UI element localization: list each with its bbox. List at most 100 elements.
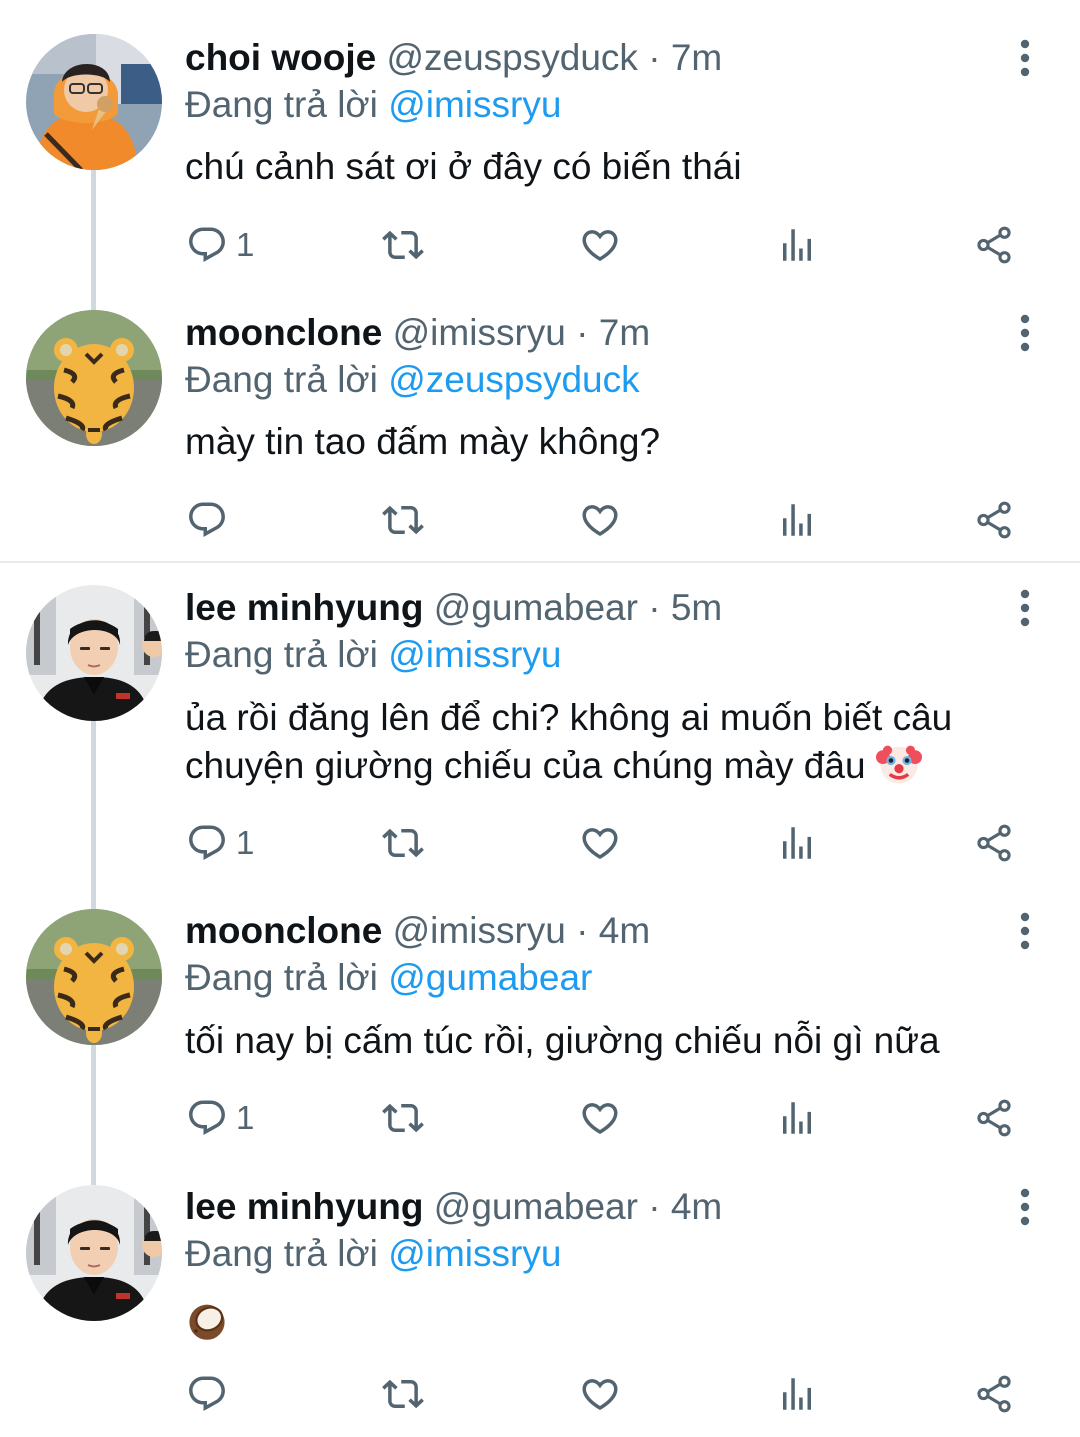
tweet-header: moonclone @imissryu · 4m	[185, 907, 650, 955]
timestamp[interactable]: 7m	[671, 37, 722, 78]
more-icon[interactable]	[1008, 313, 1042, 353]
clown-face-emoji	[876, 741, 922, 787]
tweet-text: tối nay bị cấm túc rồi, giường chiếu nỗi…	[185, 1020, 940, 1061]
share-icon	[973, 224, 1015, 266]
display-name[interactable]: choi wooje	[185, 37, 376, 78]
more-icon[interactable]	[1008, 588, 1042, 628]
reply-button[interactable]: 1	[186, 220, 254, 270]
tweet-text-line: chuyện giường chiếu của chúng mày đâu	[185, 742, 1035, 790]
analytics-button[interactable]	[776, 220, 818, 270]
display-name[interactable]: lee minhyung	[185, 1186, 423, 1227]
share-button[interactable]	[973, 1093, 1015, 1143]
like-button[interactable]	[579, 1093, 621, 1143]
tweet-text	[185, 1294, 1035, 1342]
coconut-emoji	[185, 1298, 229, 1342]
retweet-button[interactable]	[382, 495, 424, 545]
reply-button[interactable]	[186, 495, 236, 545]
display-name[interactable]: moonclone	[185, 910, 382, 951]
retweet-button[interactable]	[382, 1093, 424, 1143]
tweet-actions: 1	[0, 818, 1080, 868]
analytics-button[interactable]	[776, 818, 818, 868]
share-icon	[973, 822, 1015, 864]
retweet-button[interactable]	[382, 1369, 424, 1419]
like-icon	[579, 224, 621, 266]
timestamp[interactable]: 7m	[599, 312, 650, 353]
tweet-header: lee minhyung @gumabear · 4m	[185, 1183, 722, 1231]
reply-icon	[186, 1373, 228, 1415]
analytics-button[interactable]	[776, 1369, 818, 1419]
reply-icon	[186, 499, 228, 541]
replying-to-label: Đang trả lời	[185, 359, 378, 400]
reply-icon	[186, 822, 228, 864]
share-icon	[973, 1097, 1015, 1139]
retweet-icon	[382, 822, 424, 864]
analytics-icon	[776, 822, 818, 864]
retweet-icon	[382, 1097, 424, 1139]
user-handle[interactable]: @gumabear	[434, 587, 638, 628]
like-button[interactable]	[579, 818, 621, 868]
more-icon[interactable]	[1008, 911, 1042, 951]
reply-button[interactable]	[186, 1369, 236, 1419]
timestamp[interactable]: 4m	[599, 910, 650, 951]
replying-to: Đang trả lời @imissryu	[185, 631, 561, 679]
separator-dot: ·	[648, 587, 661, 628]
retweet-icon	[382, 499, 424, 541]
share-button[interactable]	[973, 220, 1015, 270]
reply-count: 1	[236, 1099, 255, 1136]
user-handle[interactable]: @zeuspsyduck	[386, 37, 637, 78]
analytics-button[interactable]	[776, 495, 818, 545]
share-button[interactable]	[973, 495, 1015, 545]
share-button[interactable]	[973, 818, 1015, 868]
more-icon[interactable]	[1008, 1187, 1042, 1227]
avatar[interactable]	[26, 310, 162, 446]
user-handle[interactable]: @imissryu	[393, 312, 566, 353]
like-button[interactable]	[579, 220, 621, 270]
retweet-button[interactable]	[382, 220, 424, 270]
replying-to: Đang trả lời @zeuspsyduck	[185, 356, 640, 404]
tweet-actions: 1	[0, 1093, 1080, 1143]
avatar[interactable]	[26, 909, 162, 1045]
reply-button[interactable]: 1	[186, 818, 254, 868]
tweet-text: ủa rồi đăng lên để chi? không ai muốn bi…	[185, 694, 1035, 790]
replying-to-handle[interactable]: @gumabear	[388, 957, 592, 998]
conversation-divider	[0, 561, 1080, 563]
separator-dot: ·	[648, 37, 661, 78]
tweet-header: choi wooje @zeuspsyduck · 7m	[185, 34, 722, 82]
timestamp[interactable]: 4m	[671, 1186, 722, 1227]
replying-to-handle[interactable]: @imissryu	[388, 634, 561, 675]
analytics-button[interactable]	[776, 1093, 818, 1143]
display-name[interactable]: moonclone	[185, 312, 382, 353]
more-icon[interactable]	[1008, 38, 1042, 78]
reply-count: 1	[236, 226, 255, 263]
display-name[interactable]: lee minhyung	[185, 587, 423, 628]
retweet-icon	[382, 1373, 424, 1415]
tweet-actions	[0, 495, 1080, 545]
avatar[interactable]	[26, 1185, 162, 1321]
avatar[interactable]	[26, 34, 162, 170]
retweet-button[interactable]	[382, 818, 424, 868]
user-handle[interactable]: @gumabear	[434, 1186, 638, 1227]
reply-icon	[186, 224, 228, 266]
user-handle[interactable]: @imissryu	[393, 910, 566, 951]
retweet-icon	[382, 224, 424, 266]
like-button[interactable]	[579, 495, 621, 545]
tweet-text: chú cảnh sát ơi ở đây có biến thái	[185, 146, 742, 187]
thread-line	[91, 721, 96, 909]
replying-to-handle[interactable]: @imissryu	[388, 84, 561, 125]
tweet-header: lee minhyung @gumabear · 5m	[185, 584, 722, 632]
like-button[interactable]	[579, 1369, 621, 1419]
timestamp[interactable]: 5m	[671, 587, 722, 628]
like-icon	[579, 1373, 621, 1415]
analytics-icon	[776, 499, 818, 541]
share-icon	[973, 1373, 1015, 1415]
reply-button[interactable]: 1	[186, 1093, 254, 1143]
replying-to-handle[interactable]: @zeuspsyduck	[388, 359, 639, 400]
separator-dot: ·	[648, 1186, 661, 1227]
tweet-text-line: ủa rồi đăng lên để chi? không ai muốn bi…	[185, 697, 953, 738]
replying-to-handle[interactable]: @imissryu	[388, 1233, 561, 1274]
separator-dot: ·	[576, 312, 589, 353]
analytics-icon	[776, 1373, 818, 1415]
share-button[interactable]	[973, 1369, 1015, 1419]
avatar[interactable]	[26, 585, 162, 721]
replying-to: Đang trả lời @imissryu	[185, 81, 561, 129]
